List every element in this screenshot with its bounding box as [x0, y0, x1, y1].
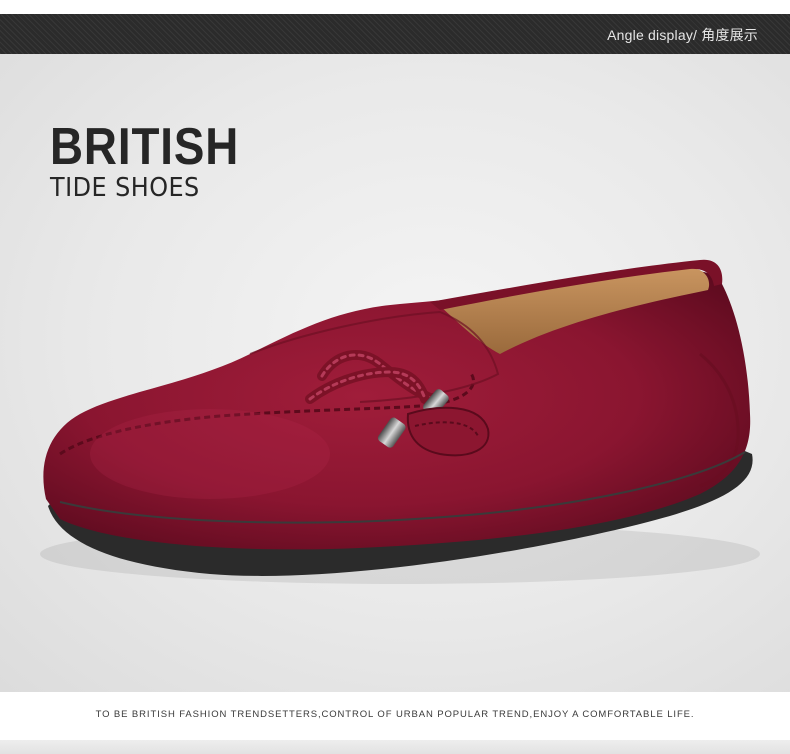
- angle-display-label: Angle display/ 角度展示: [607, 27, 758, 43]
- headline-subtitle: TIDE SHOES: [50, 173, 200, 203]
- product-stage: BRITISH TIDE SHOES: [0, 54, 790, 692]
- footer: TO BE BRITISH FASHION TRENDSETTERS,CONTR…: [0, 692, 790, 740]
- toe-highlight: [90, 409, 330, 499]
- shoe-upper: [43, 270, 751, 550]
- bottom-strip: [0, 740, 790, 754]
- headline: BRITISH TIDE SHOES: [50, 120, 265, 202]
- footer-tagline: TO BE BRITISH FASHION TRENDSETTERS,CONTR…: [95, 709, 695, 720]
- headline-title: BRITISH: [50, 118, 240, 176]
- header-band: Angle display/ 角度展示: [0, 14, 790, 54]
